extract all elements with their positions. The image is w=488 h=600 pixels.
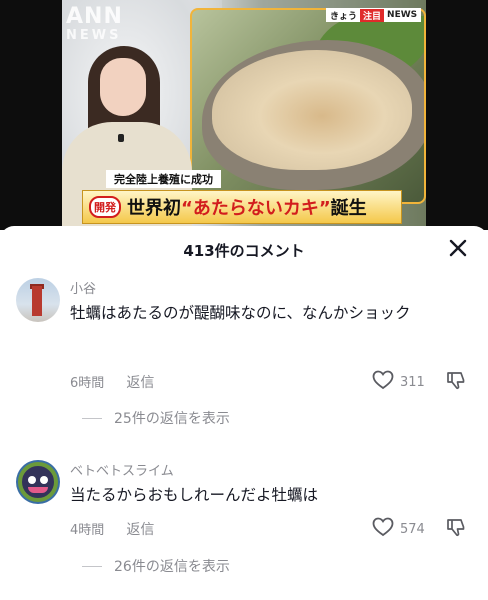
oyster-image	[190, 8, 426, 204]
comment-time: 4時間	[70, 523, 105, 538]
view-replies-button[interactable]: 25件の返信を表示	[82, 408, 230, 428]
avatar[interactable]	[16, 278, 60, 322]
comment-username[interactable]: ベトベトスライム	[70, 460, 174, 479]
view-replies-button[interactable]: 26件の返信を表示	[82, 556, 230, 576]
caption-subtitle: 完全陸上養殖に成功	[106, 170, 221, 188]
comment-text: 当たるからおもしれーんだよ牡蠣は	[70, 486, 319, 504]
comments-title: 413件のコメント	[183, 242, 305, 260]
comment-meta: 6時間 返信	[70, 372, 154, 392]
comments-sheet: 413件のコメント 小谷 牡蠣はあたるのが醍醐味なのに、なんかショック 6時間 …	[0, 226, 488, 600]
avatar[interactable]	[16, 460, 60, 504]
view-replies-label: 26件の返信を表示	[114, 559, 230, 575]
caption-headline-bar: 開発 世界初“あたらないカキ”誕生	[82, 190, 402, 224]
video-frame: ANN NEWS きょう 注目 NEWS 完全陸上養殖に成功 開発 世界初“あた…	[62, 0, 426, 230]
heart-icon	[372, 370, 394, 394]
view-replies-label: 25件の返信を表示	[114, 411, 230, 427]
reply-button[interactable]: 返信	[126, 372, 154, 392]
news-tag-live: 注目	[360, 8, 385, 22]
news-tag: きょう 注目 NEWS	[326, 8, 422, 22]
caption-headline: 世界初“あたらないカキ”誕生	[127, 198, 367, 219]
comment-time: 6時間	[70, 376, 105, 391]
thumbs-down-icon[interactable]	[446, 517, 466, 537]
thumbs-down-icon[interactable]	[446, 370, 466, 390]
like-count: 311	[400, 374, 425, 390]
comment-username[interactable]: 小谷	[70, 278, 96, 297]
like-count: 574	[400, 521, 425, 537]
comment-meta: 4時間 返信	[70, 519, 154, 539]
like-button[interactable]: 574	[372, 517, 425, 541]
like-button[interactable]: 311	[372, 370, 425, 394]
caption-badge: 開発	[89, 196, 121, 218]
comment-text: 牡蠣はあたるのが醍醐味なのに、なんかショック	[70, 304, 411, 322]
broadcaster-logo: ANN	[66, 4, 123, 29]
close-icon[interactable]	[446, 236, 470, 260]
video-player[interactable]: ANN NEWS きょう 注目 NEWS 完全陸上養殖に成功 開発 世界初“あた…	[0, 0, 488, 230]
heart-icon	[372, 517, 394, 541]
reply-button[interactable]: 返信	[126, 519, 154, 539]
